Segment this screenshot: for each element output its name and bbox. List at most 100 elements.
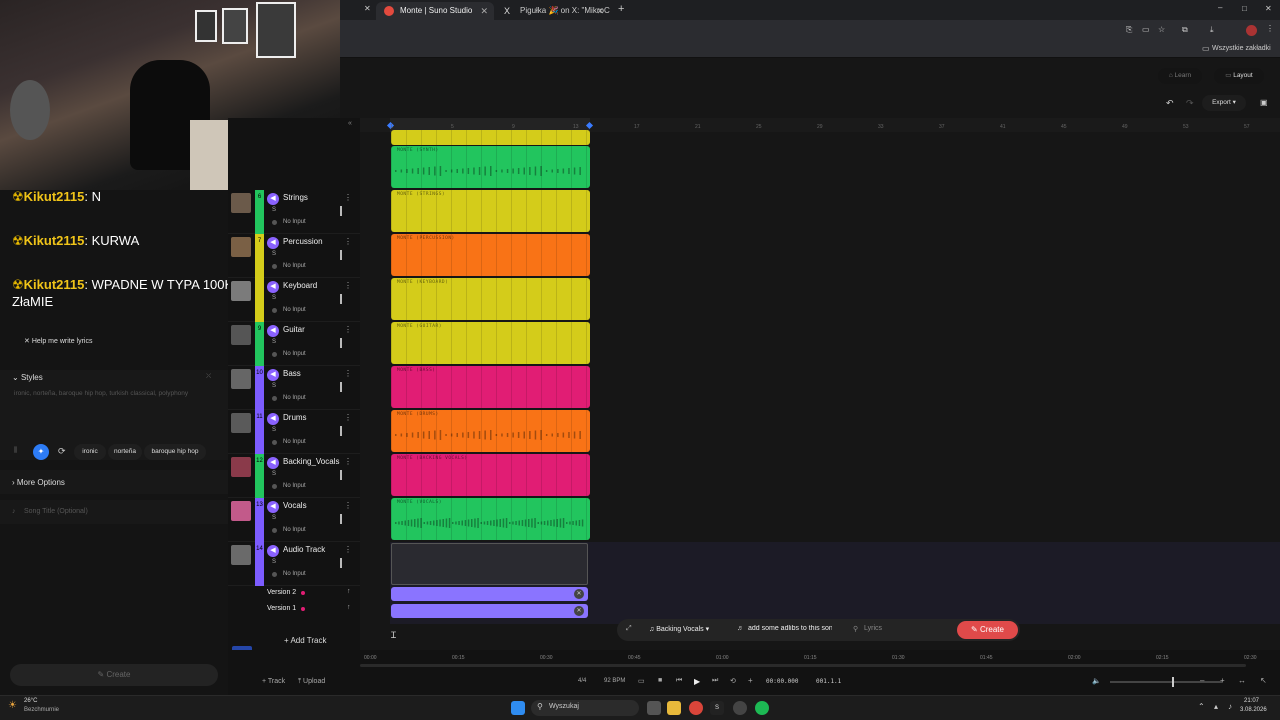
speaker-icon[interactable]: ◀ [267, 281, 279, 293]
fit-icon[interactable]: ↔ [1238, 676, 1246, 685]
volume-icon[interactable]: 🔈 [1092, 677, 1101, 685]
solo-button[interactable]: S [272, 471, 276, 477]
settings-icon[interactable] [733, 701, 747, 715]
export-button[interactable]: Export ▾ [1202, 95, 1246, 111]
track-row[interactable]: 6 ◀ Strings ⋮ S No Input [228, 190, 360, 234]
cursor-tool-icon[interactable]: ↖ [1260, 676, 1267, 685]
volume-fader[interactable] [340, 426, 342, 436]
create-button-disabled[interactable]: ✎ Create [10, 664, 218, 686]
track-menu-icon[interactable]: ⋮ [344, 457, 352, 466]
record-arm-icon[interactable] [272, 396, 277, 401]
track-row[interactable]: 12 ◀ Backing_Vocals ⋮ S No Input [228, 454, 360, 498]
tab-x-post[interactable]: X Pigułka 🎉 on X: "MikroCypek... ✕ [496, 2, 610, 20]
maximize-icon[interactable]: □ [1242, 4, 1247, 13]
zoom-out-icon[interactable]: – [1200, 676, 1204, 685]
instrument-select[interactable]: ♫ Backing Vocals ▾ [649, 625, 709, 633]
record-arm-icon[interactable] [272, 528, 277, 533]
all-bookmarks-link[interactable]: Wszystkie zakładki [1212, 45, 1271, 52]
minimize-icon[interactable]: – [1218, 3, 1222, 12]
more-options-toggle[interactable]: › More Options [12, 478, 65, 487]
version-2-label[interactable]: Version 2 [267, 589, 296, 596]
input-select[interactable]: No Input [283, 219, 306, 225]
input-select[interactable]: No Input [283, 395, 306, 401]
record-arm-icon[interactable] [272, 440, 277, 445]
song-title-row[interactable]: ♪ Song Title (Optional) [0, 500, 228, 524]
volume-fader[interactable] [340, 382, 342, 392]
cast-icon[interactable]: ▭ [1142, 25, 1150, 34]
clock-time[interactable]: 21:07 [1244, 698, 1259, 704]
solo-button[interactable]: S [272, 383, 276, 389]
tray-chevron-icon[interactable]: ⌃ [1198, 702, 1205, 711]
volume-fader[interactable] [340, 206, 342, 216]
volume-fader[interactable] [340, 294, 342, 304]
record-arm-icon[interactable] [272, 264, 277, 269]
audio-track-empty-clip[interactable] [391, 543, 588, 585]
volume-fader[interactable] [340, 250, 342, 260]
track-name[interactable]: Vocals [283, 501, 307, 510]
panel-toggle-icon[interactable]: ▣ [1260, 98, 1268, 107]
audio-clip[interactable]: MONTE (PERCUSSION) [391, 234, 590, 276]
song-title-input[interactable]: Song Title (Optional) [24, 508, 88, 515]
bpm-display[interactable]: 92 BPM [604, 678, 625, 684]
download-icon[interactable]: ⤓ [1210, 25, 1214, 35]
time-scrollbar[interactable] [360, 664, 1246, 667]
styles-toggle[interactable]: ⌄ Styles [12, 373, 43, 382]
styles-lock-icon[interactable]: ⛌ [206, 373, 211, 381]
speaker-icon[interactable]: ◀ [267, 237, 279, 249]
profile-avatar[interactable] [1246, 25, 1257, 36]
speaker-icon[interactable]: ◀ [267, 325, 279, 337]
input-select[interactable]: No Input [283, 307, 306, 313]
expand-icon[interactable]: ⤢ [626, 625, 632, 633]
speaker-icon[interactable]: ◀ [267, 413, 279, 425]
style-chip[interactable]: baroque hip hop [144, 444, 206, 460]
solo-button[interactable]: S [272, 515, 276, 521]
input-select[interactable]: No Input [283, 439, 306, 445]
track-row[interactable]: ◀ Keyboard ⋮ S No Input [228, 278, 360, 322]
prompt-input[interactable]: add some adlibs to this song [748, 625, 832, 632]
weather-temp[interactable]: 26°C [24, 698, 37, 704]
close-icon[interactable]: ✕ [574, 606, 584, 616]
steam-icon[interactable]: S [710, 701, 724, 715]
track-name[interactable]: Guitar [283, 325, 305, 334]
audio-clip[interactable]: MONTE (KEYBOARD) [391, 278, 590, 320]
solo-button[interactable]: S [272, 427, 276, 433]
speaker-icon[interactable]: ◀ [267, 545, 279, 557]
track-menu-icon[interactable]: ⋮ [344, 369, 352, 378]
close-icon[interactable]: ✕ [596, 2, 604, 20]
track-row[interactable]: 10 ◀ Bass ⋮ S No Input [228, 366, 360, 410]
undo-icon[interactable]: ↶ [1166, 98, 1174, 109]
tab-suno-studio[interactable]: Monte | Suno Studio ✕ [376, 2, 494, 20]
solo-button[interactable]: S [272, 207, 276, 213]
input-select[interactable]: No Input [283, 571, 306, 577]
track-menu-icon[interactable]: ⋮ [344, 237, 352, 246]
create-button[interactable]: ✎ Create [957, 621, 1018, 639]
audio-clip[interactable]: MONTE (BACKING VOCALS) [391, 454, 590, 496]
file-explorer-icon[interactable] [667, 701, 681, 715]
browser-menu-icon[interactable]: ⋮ [1266, 24, 1274, 33]
speaker-icon[interactable]: ◀ [267, 501, 279, 513]
track-name[interactable]: Percussion [283, 237, 323, 246]
input-select[interactable]: No Input [283, 527, 306, 533]
add-marker-icon[interactable]: + [748, 676, 753, 685]
volume-fader[interactable] [340, 514, 342, 524]
track-menu-icon[interactable]: ⋮ [344, 193, 352, 202]
close-icon[interactable]: ✕ [574, 589, 584, 599]
expand-icon[interactable]: ↑ [347, 588, 351, 595]
volume-fader[interactable] [340, 470, 342, 480]
more-options-row[interactable]: › More Options [0, 470, 228, 494]
speaker-icon[interactable]: ♪ [1228, 702, 1232, 711]
track-menu-icon[interactable]: ⋮ [344, 281, 352, 290]
translate-icon[interactable]: ⎘ [1126, 25, 1132, 35]
help-lyrics-button[interactable]: ✕ Help me write lyrics [24, 337, 93, 345]
record-arm-icon[interactable] [272, 308, 277, 313]
input-select[interactable]: No Input [283, 351, 306, 357]
input-select[interactable]: No Input [283, 483, 306, 489]
styles-input[interactable]: ironic, norteña, baroque hip hop, turkis… [14, 390, 214, 397]
speaker-icon[interactable]: ◀ [267, 369, 279, 381]
stop-icon[interactable]: ■ [658, 677, 662, 684]
clock-date[interactable]: 3.08.2026 [1240, 707, 1267, 713]
shuffle-icon[interactable]: ⟳ [58, 446, 66, 457]
track-row[interactable]: 11 ◀ Drums ⋮ S No Input [228, 410, 360, 454]
record-arm-icon[interactable] [272, 572, 277, 577]
lyrics-input[interactable]: Lyrics [864, 625, 882, 632]
